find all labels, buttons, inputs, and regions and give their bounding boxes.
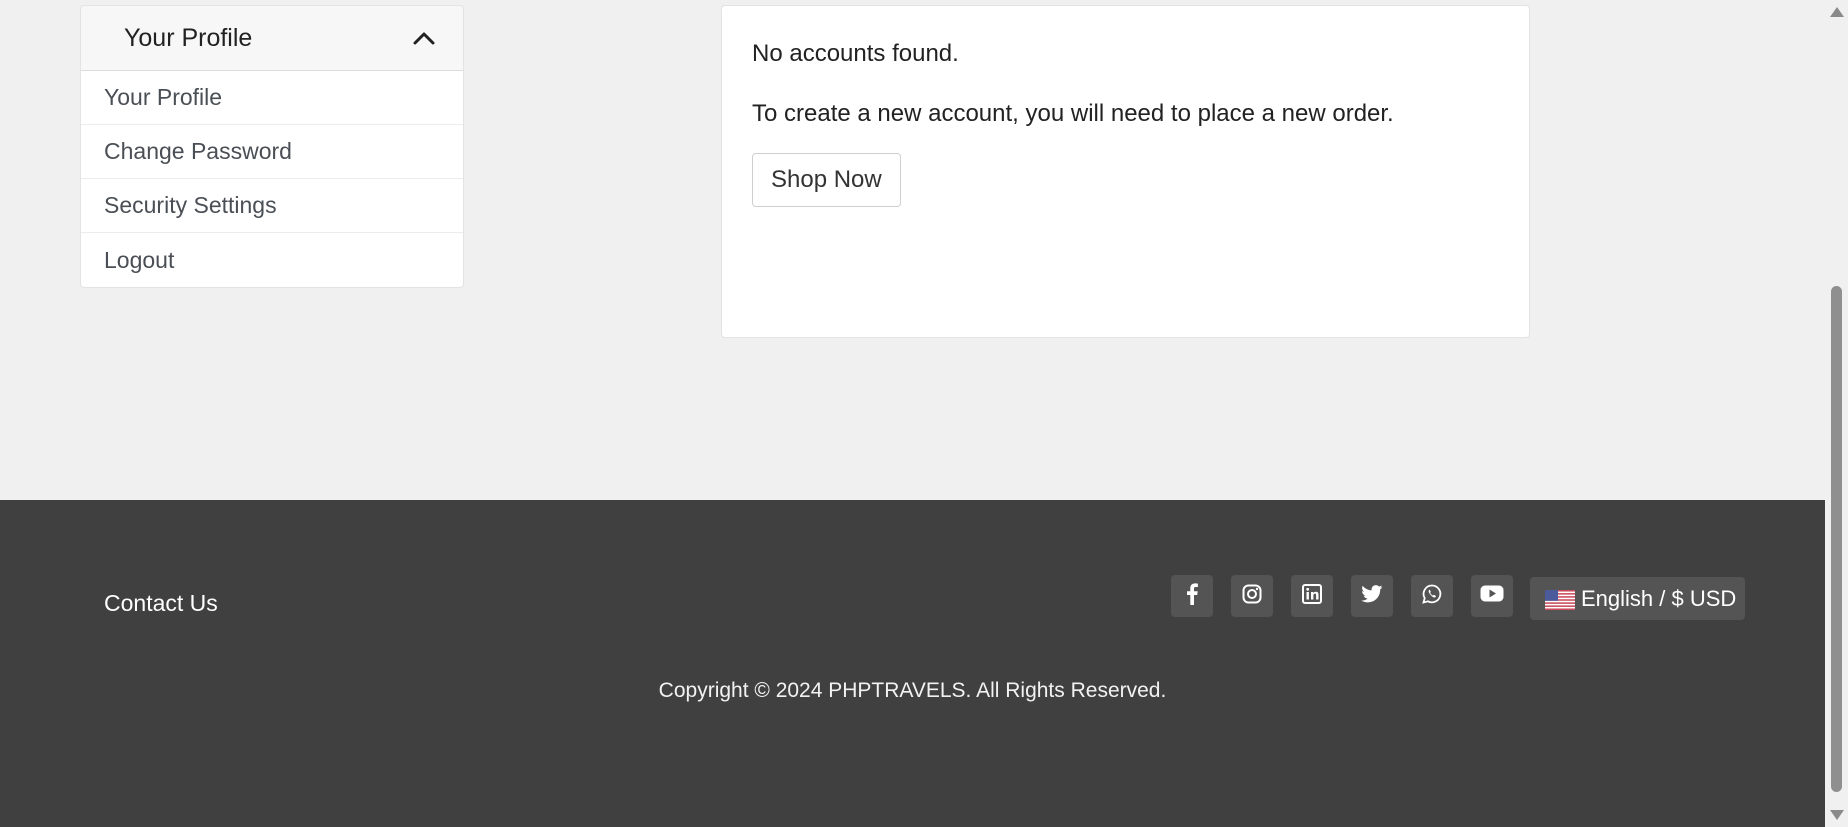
accounts-card: No accounts found. To create a new accou…: [721, 5, 1530, 338]
language-currency-label: English / $ USD: [1581, 585, 1737, 611]
sidebar-header-title: Your Profile: [124, 23, 253, 52]
sidebar-item-your-profile[interactable]: Your Profile: [81, 71, 463, 125]
scroll-down-arrow-icon[interactable]: [1830, 810, 1844, 820]
twitter-icon: [1361, 584, 1383, 608]
youtube-icon: [1480, 585, 1504, 607]
sidebar-item-label: Change Password: [104, 138, 292, 164]
facebook-icon: [1185, 582, 1199, 610]
us-flag-icon: [1545, 590, 1575, 610]
facebook-button[interactable]: [1171, 575, 1213, 617]
scroll-thumb[interactable]: [1831, 286, 1842, 792]
contact-us-link[interactable]: Contact Us: [104, 590, 218, 617]
sidebar-item-logout[interactable]: Logout: [81, 233, 463, 287]
linkedin-icon: [1302, 583, 1322, 609]
sidebar-item-label: Security Settings: [104, 192, 277, 218]
sidebar-header-toggle[interactable]: Your Profile: [81, 6, 463, 71]
sidebar-item-label: Logout: [104, 246, 175, 273]
page: Your Profile Your Profile Change Passwor…: [0, 0, 1848, 827]
twitter-button[interactable]: [1351, 575, 1393, 617]
shop-now-button[interactable]: Shop Now: [752, 153, 901, 207]
help-message: To create a new account, you will need t…: [752, 100, 1394, 127]
scroll-up-arrow-icon[interactable]: [1830, 7, 1844, 17]
language-currency-selector[interactable]: English / $ USD: [1530, 577, 1745, 620]
instagram-icon: [1242, 584, 1262, 609]
whatsapp-button[interactable]: [1411, 575, 1453, 617]
social-links: [1171, 575, 1513, 617]
profile-sidebar: Your Profile Your Profile Change Passwor…: [80, 5, 464, 288]
linkedin-button[interactable]: [1291, 575, 1333, 617]
instagram-button[interactable]: [1231, 575, 1273, 617]
sidebar-item-security-settings[interactable]: Security Settings: [81, 179, 463, 233]
vertical-scrollbar[interactable]: [1825, 0, 1848, 827]
chevron-up-icon[interactable]: [413, 27, 435, 49]
sidebar-item-change-password[interactable]: Change Password: [81, 125, 463, 179]
empty-message: No accounts found.: [752, 40, 959, 67]
copyright-text: Copyright © 2024 PHPTRAVELS. All Rights …: [658, 679, 1167, 702]
whatsapp-icon: [1422, 584, 1442, 609]
content-area: Your Profile Your Profile Change Passwor…: [0, 0, 1825, 500]
footer: Contact Us English / $ USD Copyright © 2…: [0, 500, 1825, 827]
sidebar-item-label: Your Profile: [104, 84, 223, 110]
youtube-button[interactable]: [1471, 575, 1513, 617]
